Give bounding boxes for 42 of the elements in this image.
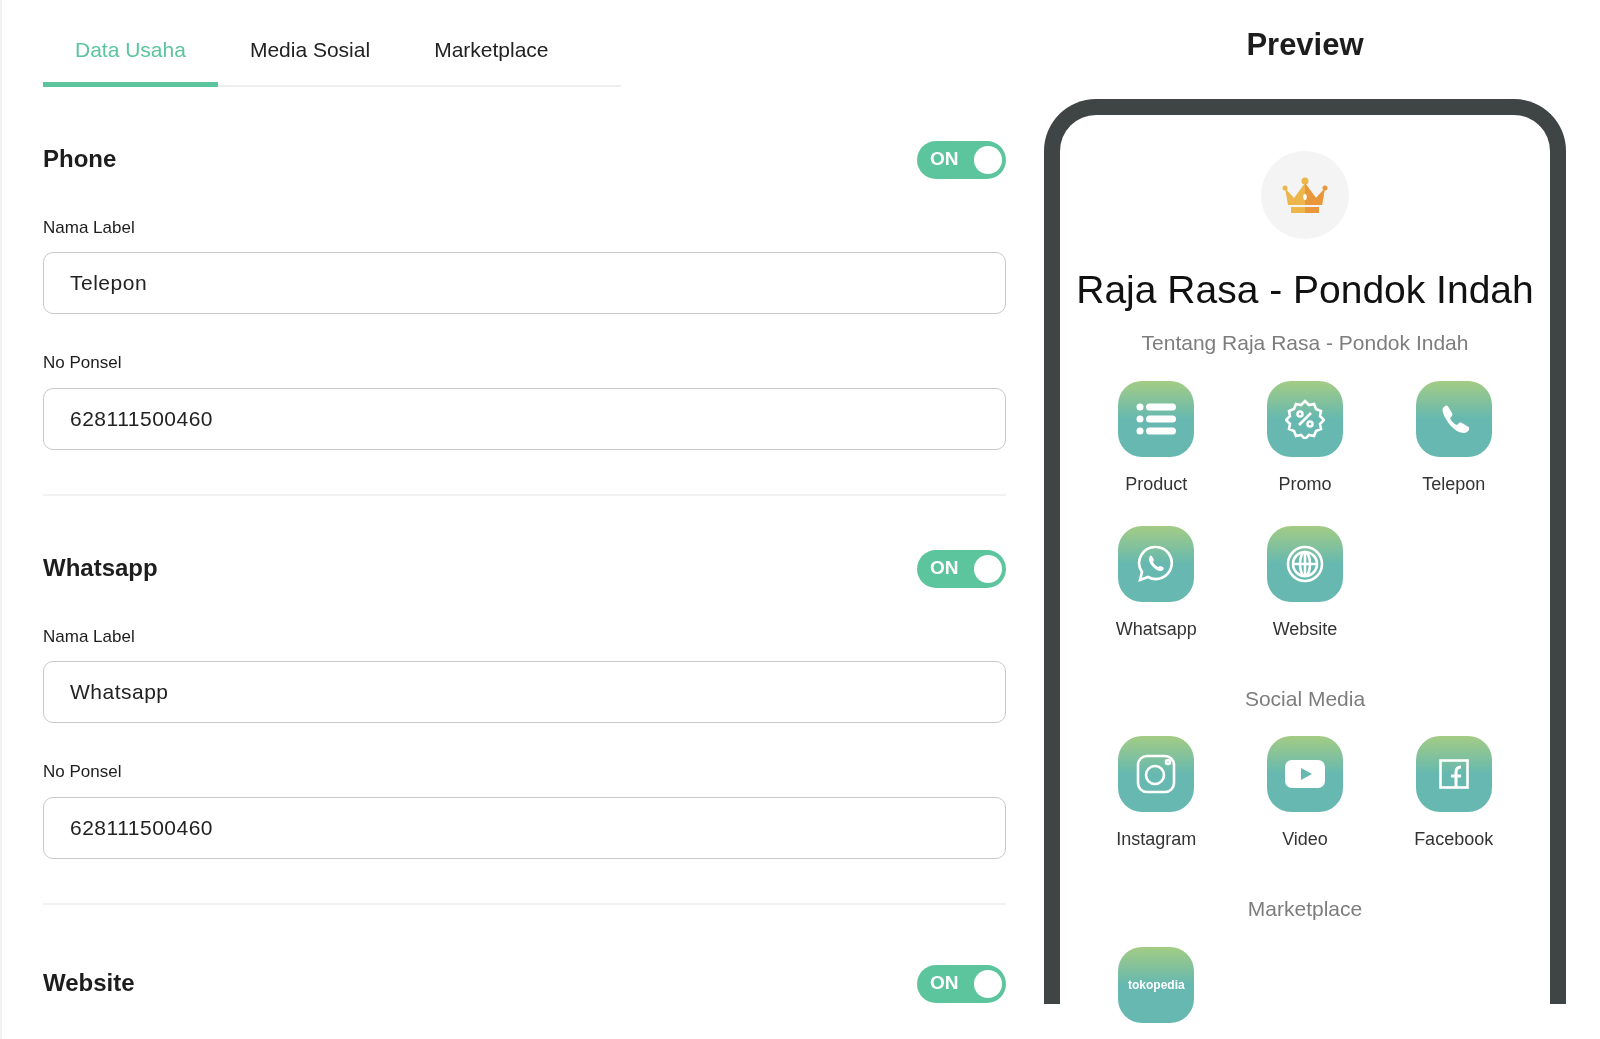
input-field[interactable]: Whatsapp xyxy=(43,661,1006,723)
field-label: No Ponsel xyxy=(43,761,123,783)
tile-label: Instagram xyxy=(1115,828,1198,851)
app-tile[interactable] xyxy=(1415,380,1492,457)
list-icon xyxy=(1136,401,1177,436)
preview-heading: Preview xyxy=(1245,26,1365,64)
logo-wordmark: tokopedia xyxy=(1128,976,1185,994)
tile-label: Product xyxy=(1124,472,1189,496)
tab[interactable]: Marketplace xyxy=(402,30,581,87)
camera-icon xyxy=(1136,754,1177,794)
input-field[interactable]: 628111500460 xyxy=(43,796,1006,859)
field-label: Nama Label xyxy=(43,625,136,648)
tile-label: Telepon xyxy=(1421,472,1487,496)
field-label: Nama Label xyxy=(43,216,136,239)
tile-label: Website xyxy=(1271,617,1339,641)
business-name: Raja Rasa - Pondok Indah xyxy=(1075,266,1535,313)
tile-label: Video xyxy=(1281,828,1329,851)
app-tile[interactable] xyxy=(1118,736,1195,812)
app-tile[interactable] xyxy=(1267,380,1343,457)
field-label: No Ponsel xyxy=(43,352,123,374)
input-field[interactable]: Telepon xyxy=(43,252,1006,314)
globe-icon xyxy=(1285,543,1325,584)
section-title: Whatsapp xyxy=(43,554,158,583)
section-title: Phone xyxy=(43,145,117,174)
section-title: Website xyxy=(43,969,135,998)
section-heading: Marketplace xyxy=(1246,896,1364,922)
facebook-icon xyxy=(1438,759,1469,789)
play-icon xyxy=(1285,760,1325,788)
business-tagline: Tentang Raja Rasa - Pondok Indah xyxy=(1140,330,1470,356)
app-tile[interactable] xyxy=(1415,736,1492,812)
crown-icon xyxy=(1282,176,1328,213)
app-tile[interactable] xyxy=(1118,380,1195,457)
section-heading: Social Media xyxy=(1243,685,1367,712)
tab[interactable]: Media Sosial xyxy=(217,30,403,87)
app-tile[interactable] xyxy=(1267,525,1343,602)
app-tile[interactable] xyxy=(1118,525,1195,602)
tile-label: Whatsapp xyxy=(1114,617,1198,641)
tile-label: Facebook xyxy=(1413,828,1495,851)
discount-badge-icon xyxy=(1285,398,1325,439)
input-field[interactable]: 628111500460 xyxy=(43,387,1006,450)
app-tile[interactable] xyxy=(1267,736,1343,812)
tile-label: Promo xyxy=(1277,472,1333,496)
